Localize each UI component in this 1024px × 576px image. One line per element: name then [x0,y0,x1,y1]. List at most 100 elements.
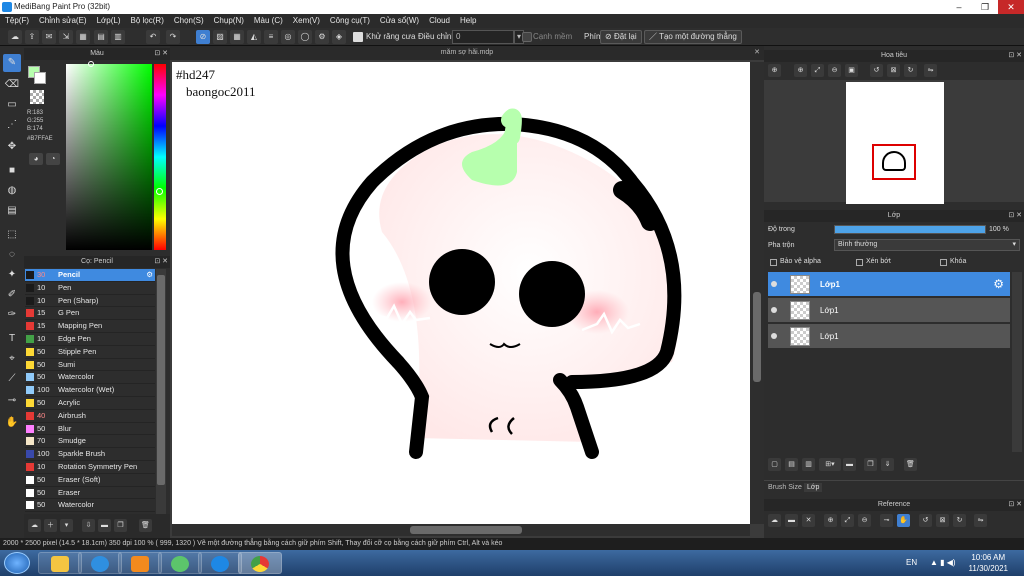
panel-close-icon[interactable]: ⊡ ✕ [154,48,168,60]
panel-close-icon[interactable]: ⊡ ✕ [154,256,168,268]
brush-item[interactable]: 50 Acrylic [25,397,155,410]
brush-delete-icon[interactable]: 🗑 [139,519,152,532]
brush-list-scrollbar[interactable] [156,269,166,514]
brush-item[interactable]: 50 Eraser [25,487,155,500]
brush-item[interactable]: 10 Edge Pen [25,333,155,346]
upload-icon[interactable]: ⇪ [25,30,39,44]
operation-tool-icon[interactable]: ⌖ [3,350,21,368]
taskbar-chrome[interactable] [238,552,282,574]
blend-mode-select[interactable]: Bình thường ▾ [834,239,1020,251]
hue-slider-handle[interactable] [156,188,163,195]
fit-icon[interactable]: ⤢ [811,64,824,77]
reference-eyedropper-icon[interactable]: ⊸ [880,514,893,527]
bucket-tool-icon[interactable]: ◍ [3,182,21,200]
reference-cloud-icon[interactable]: ☁ [768,514,781,527]
reference-close-icon[interactable]: ✕ [802,514,815,527]
rotate-left-icon[interactable]: ↺ [870,64,883,77]
duplicate-layer-icon[interactable]: ❐ [864,458,877,471]
layer-settings-icon[interactable]: ⚙ [993,277,1004,291]
visibility-icon[interactable] [771,307,777,313]
magic-wand-tool-icon[interactable]: ✦ [3,266,21,284]
folder-icon[interactable]: ▬ [843,458,856,471]
layout-icon[interactable]: ▥ [111,30,125,44]
actual-size-icon[interactable]: ▣ [845,64,858,77]
lock-checkbox[interactable] [940,259,947,266]
reference-zoom-in-icon[interactable]: ⊕ [824,514,837,527]
canvas-vertical-scrollbar[interactable] [750,62,764,524]
hand-tool-icon[interactable]: ✋ [3,414,21,432]
transparent-color-swatch[interactable] [30,90,44,104]
taskbar-explorer[interactable] [38,552,82,574]
taskbar-app-green[interactable] [158,552,202,574]
select-eraser-tool-icon[interactable]: ✑ [3,306,21,324]
parallel-icon[interactable]: ≡ [264,30,278,44]
brush-item[interactable]: 50 Blur [25,423,155,436]
brush-item[interactable]: 50 Stipple Pen [25,346,155,359]
reference-flip-icon[interactable]: ⇋ [974,514,987,527]
straight-line-button[interactable]: ／ Tạo một đường thẳng [644,30,742,44]
brush-item[interactable]: 40 Airbrush [25,410,155,423]
color-history-icon[interactable]: ◔ [46,153,60,165]
brush-menu-icon[interactable]: ▾ [60,519,73,532]
flip-icon[interactable]: ⇋ [924,64,937,77]
brush-item[interactable]: 10 Rotation Symmetry Pen [25,461,155,474]
brush-item[interactable]: 70 Smudge [25,435,155,449]
rotate-right-icon[interactable]: ↻ [904,64,917,77]
hue-slider[interactable] [154,64,166,250]
radial-icon[interactable]: ◎ [281,30,295,44]
comment-icon[interactable]: ✉ [42,30,56,44]
move-tool-icon[interactable]: ✥ [3,138,21,156]
brush-copy-icon[interactable]: ❐ [114,519,127,532]
layer-row[interactable]: Lớp1 [768,298,1010,323]
brush-item[interactable]: 100 Watercolor (Wet) [25,384,155,397]
reference-open-icon[interactable]: ▬ [785,514,798,527]
circle-icon[interactable]: ◯ [298,30,312,44]
taskbar-media[interactable] [118,552,162,574]
grid-snap-icon[interactable]: ▦ [230,30,244,44]
tab-close-icon[interactable]: ✕ [754,46,760,60]
start-button[interactable] [4,552,30,574]
layer-row[interactable]: Lớp1 [768,324,1010,349]
pen-mode-icon[interactable]: ⊘ [196,30,210,44]
antialias-checkbox[interactable] [353,32,363,42]
menu-item[interactable]: Cloud [429,16,450,25]
vertical-scroll-thumb[interactable] [753,292,761,382]
close-button[interactable]: ✕ [998,0,1024,14]
brush-item[interactable]: 100 Sparkle Brush [25,448,155,461]
dot-tool-icon[interactable]: ⋰ [3,116,21,134]
reference-reset-icon[interactable]: ⊠ [936,514,949,527]
navigator-preview[interactable] [764,80,1024,204]
brush-item[interactable]: 10 Pen [25,282,155,295]
palette-icon[interactable]: ◕ [29,153,43,165]
symmetry-icon[interactable]: ◈ [332,30,346,44]
eraser-tool-icon[interactable]: ⌫ [3,76,21,94]
divide-tool-icon[interactable]: ⟋ [3,370,21,388]
drawing-canvas[interactable]: #hd247 baongoc2011 [172,62,750,524]
new-layer-icon[interactable]: ▢ [768,458,781,471]
select-pen-tool-icon[interactable]: ✐ [3,286,21,304]
soft-edge-checkbox[interactable] [522,32,532,42]
brush-item[interactable]: 50 Watercolor [25,499,155,513]
select-tool-icon[interactable]: ⬚ [3,226,21,244]
curve-icon[interactable]: ⚙ [315,30,329,44]
background-color-swatch[interactable] [34,72,46,84]
menu-item[interactable]: Help [460,16,476,25]
reference-rotate-right-icon[interactable]: ↻ [953,514,966,527]
taskbar-ie[interactable] [78,552,122,574]
reference-rotate-left-icon[interactable]: ↺ [919,514,932,527]
undo-icon[interactable]: ↶ [146,30,160,44]
canvas-horizontal-scrollbar[interactable] [172,524,750,536]
taskbar-zalo[interactable] [198,552,242,574]
grid-icon[interactable]: ▦ [76,30,90,44]
document-tab[interactable]: măm sợ hãi.mdp ✕ [170,46,764,60]
tray-icons[interactable]: ▲ ▮ ◀) [930,558,956,567]
brush-folder-icon[interactable]: ▬ [98,519,111,532]
text-tool-icon[interactable]: T [3,330,21,348]
cloud-icon[interactable]: ☁ [8,30,22,44]
redo-icon[interactable]: ↷ [166,30,180,44]
eyedropper-tool-icon[interactable]: ⊸ [3,392,21,410]
brush-item[interactable]: 50 Sumi [25,359,155,372]
menu-item[interactable]: Bộ lọc(R) [131,16,164,25]
layer-tab[interactable]: Lớp [804,483,823,492]
horizontal-scroll-thumb[interactable] [410,526,522,534]
